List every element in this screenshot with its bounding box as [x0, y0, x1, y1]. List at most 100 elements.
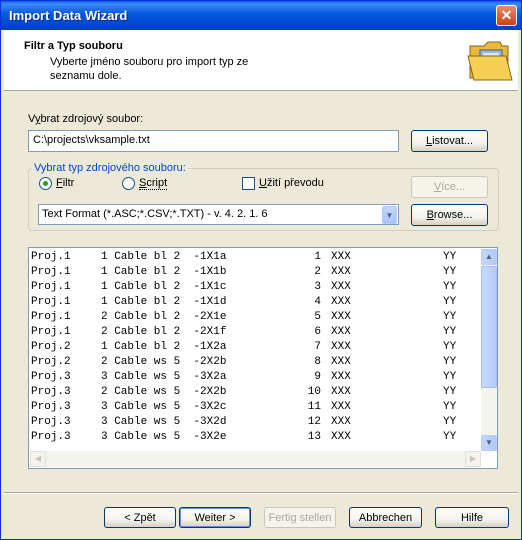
- list-cell: Proj.2: [31, 341, 71, 353]
- list-cell: XXX: [331, 401, 351, 413]
- list-cell: XXX: [331, 386, 351, 398]
- use-conversion-label[interactable]: Užití převodu: [259, 177, 324, 189]
- vertical-scrollbar[interactable]: ▲ ▼: [481, 249, 497, 451]
- list-item[interactable]: Proj.1 2 Cable bl 2 -2X1f 6 XXX YY: [31, 325, 481, 340]
- list-item[interactable]: Proj.3 3 Cable ws 5 -3X2e 13 XXX YY: [31, 430, 481, 445]
- list-cell: 11: [307, 401, 321, 413]
- list-item[interactable]: Proj.3 3 Cable ws 5 -3X2a 9 XXX YY: [31, 370, 481, 385]
- source-file-input[interactable]: C:\projects\vksample.txt: [28, 130, 399, 152]
- list-cell: 1 Cable bl 2 -1X2a: [101, 341, 227, 353]
- list-item[interactable]: Proj.2 1 Cable bl 2 -1X2a 7 XXX YY: [31, 340, 481, 355]
- page-description: Vyberte jméno souboru pro import typ ze …: [50, 56, 249, 82]
- list-cell: XXX: [331, 431, 351, 443]
- list-cell: 3: [314, 281, 321, 293]
- script-radio[interactable]: [122, 177, 135, 190]
- list-cell: YY: [443, 416, 457, 428]
- list-cell: Proj.1: [31, 266, 71, 278]
- list-cell: 3 Cable ws 5 -3X2d: [101, 416, 227, 428]
- list-cell: YY: [443, 281, 457, 293]
- filter-radio[interactable]: [39, 177, 52, 190]
- list-cell: YY: [443, 431, 457, 443]
- list-cell: XXX: [331, 326, 351, 338]
- file-format-value: Text Format (*.ASC;*.CSV;*.TXT) - v. 4. …: [42, 208, 268, 220]
- list-cell: YY: [443, 311, 457, 323]
- list-item[interactable]: Proj.3 3 Cable ws 5 -3X2d 12 XXX YY: [31, 415, 481, 430]
- list-cell: YY: [443, 266, 457, 278]
- list-cell: 13: [307, 431, 321, 443]
- list-item[interactable]: Proj.3 2 Cable ws 5 -2X2b 10 XXX YY: [31, 385, 481, 400]
- list-cell: 10: [307, 386, 321, 398]
- scroll-down-icon[interactable]: ▼: [481, 435, 497, 451]
- list-cell: YY: [443, 341, 457, 353]
- list-cell: Proj.1: [31, 281, 71, 293]
- list-cell: XXX: [331, 341, 351, 353]
- list-cell: Proj.3: [31, 386, 71, 398]
- footer-divider: [4, 492, 518, 494]
- page-title: Filtr a Typ souboru: [24, 40, 123, 52]
- script-radio-label[interactable]: Script: [139, 177, 168, 190]
- chevron-down-icon[interactable]: ▼: [382, 206, 397, 224]
- import-data-wizard-window: Import Data Wizard ✕ Filtr a Typ souboru…: [0, 0, 522, 540]
- list-cell: 8: [314, 356, 321, 368]
- list-cell: Proj.1: [31, 251, 71, 263]
- list-cell: YY: [443, 326, 457, 338]
- scroll-up-icon[interactable]: ▲: [481, 249, 497, 265]
- list-cell: Proj.2: [31, 356, 71, 368]
- title-bar[interactable]: Import Data Wizard ✕: [1, 1, 521, 30]
- file-format-select[interactable]: Text Format (*.ASC;*.CSV;*.TXT) - v. 4. …: [38, 204, 399, 225]
- close-button[interactable]: ✕: [496, 5, 517, 26]
- wizard-header: Filtr a Typ souboru Vyberte jméno soubor…: [4, 30, 518, 91]
- source-file-label: Vybrat zdrojový soubor:: [28, 113, 143, 125]
- list-cell: Proj.3: [31, 431, 71, 443]
- list-cell: 1 Cable bl 2 -1X1d: [101, 296, 227, 308]
- scroll-left-icon[interactable]: ◀: [30, 451, 46, 467]
- list-item[interactable]: Proj.3 3 Cable ws 5 -3X2c 11 XXX YY: [31, 400, 481, 415]
- use-conversion-checkbox[interactable]: [242, 177, 255, 190]
- list-item[interactable]: Proj.1 1 Cable bl 2 -1X1c 3 XXX YY: [31, 280, 481, 295]
- cancel-button[interactable]: Abbrechen: [349, 507, 422, 528]
- folder-icon: [467, 41, 513, 81]
- list-cell: XXX: [331, 281, 351, 293]
- list-cell: YY: [443, 371, 457, 383]
- list-cell: YY: [443, 296, 457, 308]
- list-cell: Proj.3: [31, 401, 71, 413]
- list-cell: Proj.3: [31, 371, 71, 383]
- list-cell: YY: [443, 251, 457, 263]
- list-cell: 1 Cable bl 2 -1X1a: [101, 251, 227, 263]
- list-cell: YY: [443, 401, 457, 413]
- list-cell: 2 Cable bl 2 -2X1e: [101, 311, 227, 323]
- window-title: Import Data Wizard: [9, 8, 128, 23]
- list-cell: XXX: [331, 296, 351, 308]
- list-cell: 3 Cable ws 5 -3X2e: [101, 431, 227, 443]
- list-cell: 5: [314, 311, 321, 323]
- list-cell: Proj.1: [31, 311, 71, 323]
- scroll-thumb[interactable]: [481, 266, 497, 388]
- back-button[interactable]: < Zpět: [104, 507, 176, 528]
- more-button[interactable]: Více...: [411, 176, 488, 198]
- list-item[interactable]: Proj.1 1 Cable bl 2 -1X1b 2 XXX YY: [31, 265, 481, 280]
- browse-format-button[interactable]: Browse...: [411, 204, 488, 226]
- list-cell: XXX: [331, 416, 351, 428]
- list-item[interactable]: Proj.1 1 Cable bl 2 -1X1d 4 XXX YY: [31, 295, 481, 310]
- list-cell: 12: [307, 416, 321, 428]
- file-preview-list[interactable]: Proj.1 1 Cable bl 2 -1X1a 1 XXX YY Proj.1 1 Ca…: [28, 247, 498, 469]
- filter-radio-label[interactable]: Filtr: [56, 177, 74, 189]
- list-item[interactable]: Proj.2 2 Cable ws 5 -2X2b 8 XXX YY: [31, 355, 481, 370]
- finish-button[interactable]: Fertig stellen: [264, 507, 336, 528]
- list-cell: 2: [314, 266, 321, 278]
- list-item[interactable]: Proj.1 2 Cable bl 2 -2X1e 5 XXX YY: [31, 310, 481, 325]
- list-cell: 2 Cable ws 5 -2X2b: [101, 356, 227, 368]
- list-cell: 1 Cable bl 2 -1X1b: [101, 266, 227, 278]
- list-cell: YY: [443, 356, 457, 368]
- list-item[interactable]: Proj.1 1 Cable bl 2 -1X1a 1 XXX YY: [31, 250, 481, 265]
- next-button[interactable]: Weiter >: [179, 507, 251, 528]
- list-cell: XXX: [331, 371, 351, 383]
- list-cell: Proj.1: [31, 296, 71, 308]
- list-cell: XXX: [331, 356, 351, 368]
- list-cell: 1: [314, 251, 321, 263]
- horizontal-scrollbar[interactable]: ◀ ▶: [30, 451, 481, 467]
- help-button[interactable]: Hilfe: [435, 507, 509, 528]
- list-files-button[interactable]: Listovat...: [411, 130, 488, 152]
- scroll-right-icon[interactable]: ▶: [465, 451, 481, 467]
- source-type-group-label: Vybrat typ zdrojového souboru:: [32, 162, 188, 174]
